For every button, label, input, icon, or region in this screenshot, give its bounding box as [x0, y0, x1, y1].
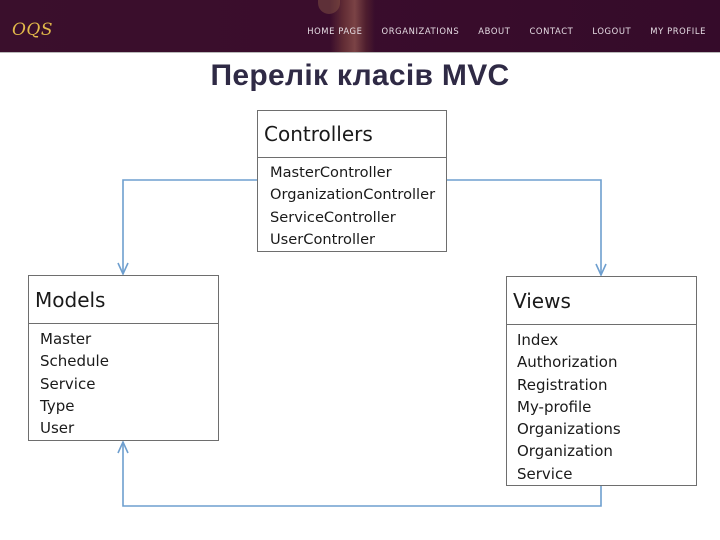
- list-item: Schedule: [40, 352, 109, 371]
- list-item: Registration: [517, 375, 608, 394]
- list-item: OrganizationController: [270, 186, 436, 204]
- list-item: Type: [40, 396, 75, 415]
- list-item: Index: [517, 331, 559, 349]
- list-item: Organizations: [517, 420, 621, 439]
- connector-controllers-to-views: [447, 179, 602, 275]
- list-item: My-profile: [517, 397, 592, 416]
- uml-class-title: Models: [29, 276, 218, 324]
- uml-class-models: Models Master Schedule Service Type User: [28, 275, 219, 441]
- list-item: Service: [517, 464, 573, 483]
- list-item: MasterController: [270, 164, 392, 181]
- list-item: User: [40, 419, 75, 438]
- uml-class-controllers: Controllers MasterController Organizatio…: [257, 110, 447, 252]
- list-item: Organization: [517, 442, 613, 461]
- list-item: Master: [40, 330, 92, 348]
- list-item: Authorization: [517, 353, 618, 372]
- uml-class-members: Master Schedule Service Type User: [29, 324, 218, 439]
- list-item: Service: [40, 374, 96, 393]
- list-item: UserController: [270, 230, 376, 248]
- uml-class-members: MasterController OrganizationController …: [258, 158, 446, 251]
- uml-class-title: Controllers: [258, 111, 446, 158]
- uml-class-title: Views: [507, 277, 696, 325]
- list-item: ServiceController: [270, 208, 396, 226]
- uml-class-views: Views Index Authorization Registration M…: [506, 276, 697, 486]
- connector-controllers-to-models: [122, 179, 257, 274]
- uml-class-members: Index Authorization Registration My-prof…: [507, 325, 696, 485]
